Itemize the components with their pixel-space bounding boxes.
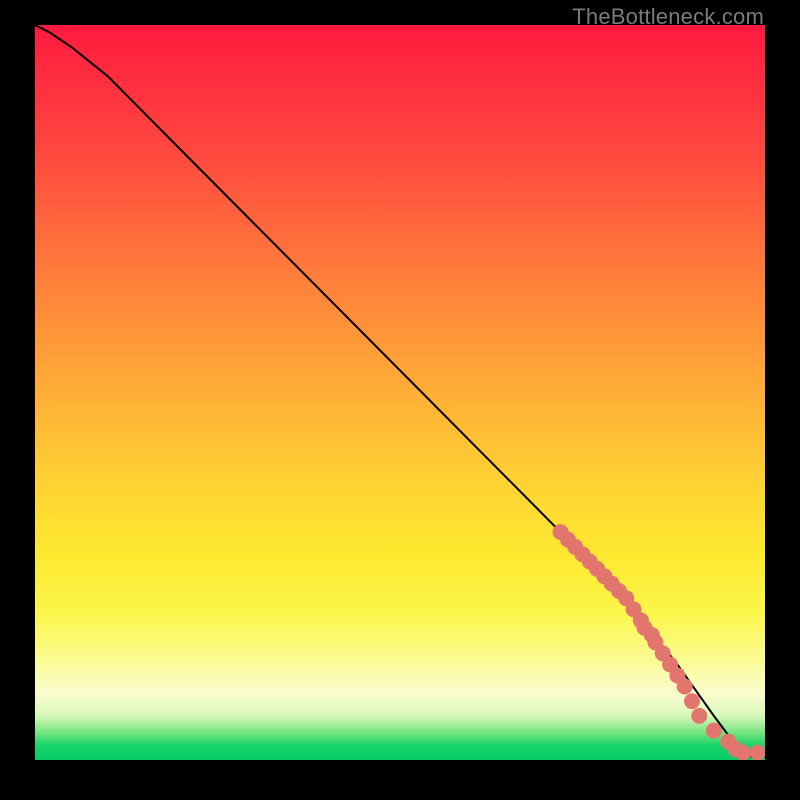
data-point (691, 708, 707, 724)
data-point (706, 723, 722, 739)
plot-area (35, 25, 765, 760)
data-point (735, 745, 751, 760)
chart-stage: TheBottleneck.com (0, 0, 800, 800)
data-point (750, 745, 765, 760)
data-point (677, 679, 693, 695)
highlighted-points (553, 524, 765, 760)
chart-overlay (35, 25, 765, 760)
data-point (684, 693, 700, 709)
